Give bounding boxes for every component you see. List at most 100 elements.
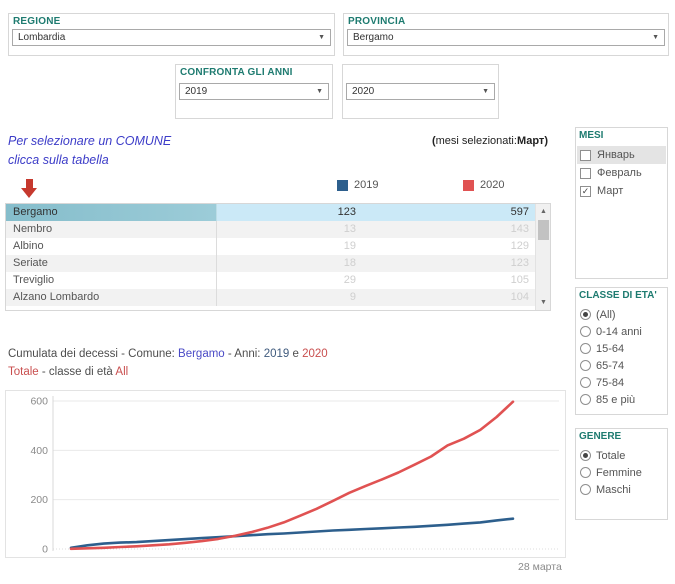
genere-label: GENERE <box>579 431 621 442</box>
months-note-label: mesi selezionati: <box>436 135 517 147</box>
comune-cell[interactable]: Nembro <box>6 221 217 238</box>
legend-label-2019: 2019 <box>354 179 378 191</box>
eta-65-74[interactable]: 65-74 <box>577 357 666 374</box>
y-tick-label: 600 <box>30 396 48 408</box>
title-segment: 2020 <box>302 348 328 360</box>
radio-icon[interactable] <box>580 450 591 461</box>
value-2020-cell: 597 <box>356 204 529 221</box>
genere-maschi[interactable]: Maschi <box>577 481 666 498</box>
comune-cell[interactable]: Treviglio <box>6 272 217 289</box>
anno2-value: 2020 <box>352 86 374 97</box>
y-tick-label: 400 <box>30 445 48 457</box>
radio-label: 75-84 <box>596 377 624 389</box>
table-row-albino[interactable]: Albino19129 <box>6 238 535 255</box>
radio-icon[interactable] <box>580 309 591 320</box>
radio-label: Totale <box>596 450 625 462</box>
mesi-label: MESI <box>579 130 603 141</box>
value-cells: 19129 <box>217 238 535 255</box>
provincia-label: PROVINCIA <box>348 16 405 27</box>
radio-icon[interactable] <box>580 326 591 337</box>
title-segment: Bergamo <box>178 348 225 360</box>
comune-table: Bergamo123597Nembro13143Albino19129Seria… <box>5 203 551 311</box>
chevron-down-icon: ▼ <box>318 34 325 41</box>
y-tick-label: 200 <box>30 494 48 506</box>
checkbox-label: Февраль <box>597 167 642 179</box>
table-row-seriate[interactable]: Seriate18123 <box>6 255 535 272</box>
instruction-line2: clicca sulla tabella <box>8 151 171 170</box>
checkbox-icon[interactable] <box>580 168 591 179</box>
mese-март[interactable]: ✓Март <box>577 182 666 200</box>
mese-январь[interactable]: Январь <box>577 146 666 164</box>
scrollbar-thumb[interactable] <box>538 220 549 240</box>
regione-value: Lombardia <box>18 32 65 43</box>
scroll-up-icon[interactable]: ▲ <box>536 205 551 218</box>
chart-title-line2: Totale - classe di età All <box>8 364 328 382</box>
value-2019-cell: 29 <box>217 272 356 289</box>
value-2019-cell: 13 <box>217 221 356 238</box>
mese-февраль[interactable]: Февраль <box>577 164 666 182</box>
eta-85-e-pi-[interactable]: 85 e più <box>577 391 666 408</box>
genere-totale[interactable]: Totale <box>577 447 666 464</box>
comune-cell[interactable]: Albino <box>6 238 217 255</box>
regione-label: REGIONE <box>13 16 61 27</box>
value-cells: 13143 <box>217 221 535 238</box>
chevron-down-icon: ▼ <box>652 34 659 41</box>
comune-cell[interactable]: Alzano Lombardo <box>6 289 217 306</box>
radio-icon[interactable] <box>580 377 591 388</box>
table-row-bergamo[interactable]: Bergamo123597 <box>6 204 535 221</box>
provincia-select[interactable]: Bergamo ▼ <box>347 29 665 46</box>
radio-icon[interactable] <box>580 343 591 354</box>
title-segment: - Anni: <box>225 348 264 360</box>
series-line-2020 <box>71 402 513 549</box>
mesi-panel: MESI Январь Февраль ✓Март <box>575 127 668 279</box>
checkbox-icon[interactable] <box>580 150 591 161</box>
checkbox-icon[interactable]: ✓ <box>580 186 591 197</box>
legend-swatch-2020 <box>463 180 474 191</box>
eta-15-64[interactable]: 15-64 <box>577 340 666 357</box>
y-tick-label: 0 <box>42 544 48 556</box>
title-segment: 2019 <box>264 348 290 360</box>
months-note-value: Март <box>517 135 544 147</box>
comune-table-rows: Bergamo123597Nembro13143Albino19129Seria… <box>6 204 550 306</box>
radio-icon[interactable] <box>580 467 591 478</box>
cumulative-deaths-chart: 0 200 400 600 <box>5 390 566 558</box>
comune-cell[interactable]: Seriate <box>6 255 217 272</box>
value-2019-cell: 123 <box>217 204 356 221</box>
checkbox-label: Январь <box>597 149 635 161</box>
eta--all-[interactable]: (All) <box>577 306 666 323</box>
anno2-select[interactable]: 2020 ▼ <box>346 83 495 100</box>
legend-label-2020: 2020 <box>480 179 504 191</box>
selected-months-note: (mesi selezionati:Март) <box>432 135 548 147</box>
anno2-filter-panel: 2020 ▼ <box>342 64 499 119</box>
title-segment: All <box>115 366 128 378</box>
chart-title: Cumulata dei decessi - Comune: Bergamo -… <box>8 346 328 381</box>
genere-panel: GENERE Totale Femmine Maschi <box>575 428 668 520</box>
radio-label: Femmine <box>596 467 642 479</box>
eta-75-84[interactable]: 75-84 <box>577 374 666 391</box>
legend-2020[interactable]: 2020 <box>463 179 504 191</box>
classe-eta-items: (All)0-14 anni15-6465-74 75-84 85 e più <box>577 306 666 408</box>
legend-2019[interactable]: 2019 <box>337 179 378 191</box>
title-segment: - classe di età <box>39 366 116 378</box>
radio-icon[interactable] <box>580 360 591 371</box>
scroll-down-icon[interactable]: ▼ <box>536 296 551 309</box>
comune-cell[interactable]: Bergamo <box>6 204 217 221</box>
table-row-nembro[interactable]: Nembro13143 <box>6 221 535 238</box>
genere-items: Totale Femmine Maschi <box>577 447 666 498</box>
radio-icon[interactable] <box>580 484 591 495</box>
radio-label: 85 e più <box>596 394 635 406</box>
value-2020-cell: 105 <box>356 272 529 289</box>
table-scrollbar[interactable]: ▲ ▼ <box>535 204 550 310</box>
value-2020-cell: 143 <box>356 221 529 238</box>
regione-select[interactable]: Lombardia ▼ <box>12 29 331 46</box>
eta-0-14-anni[interactable]: 0-14 anni <box>577 323 666 340</box>
anno1-select[interactable]: 2019 ▼ <box>179 83 329 100</box>
genere-femmine[interactable]: Femmine <box>577 464 666 481</box>
value-cells: 29105 <box>217 272 535 289</box>
table-row-alzano-lombardo[interactable]: Alzano Lombardo9104 <box>6 289 535 306</box>
radio-icon[interactable] <box>580 394 591 405</box>
value-cells: 123597 <box>217 204 535 221</box>
chevron-down-icon: ▼ <box>316 88 323 95</box>
table-row-treviglio[interactable]: Treviglio29105 <box>6 272 535 289</box>
mesi-items: Январь Февраль ✓Март <box>577 146 666 200</box>
